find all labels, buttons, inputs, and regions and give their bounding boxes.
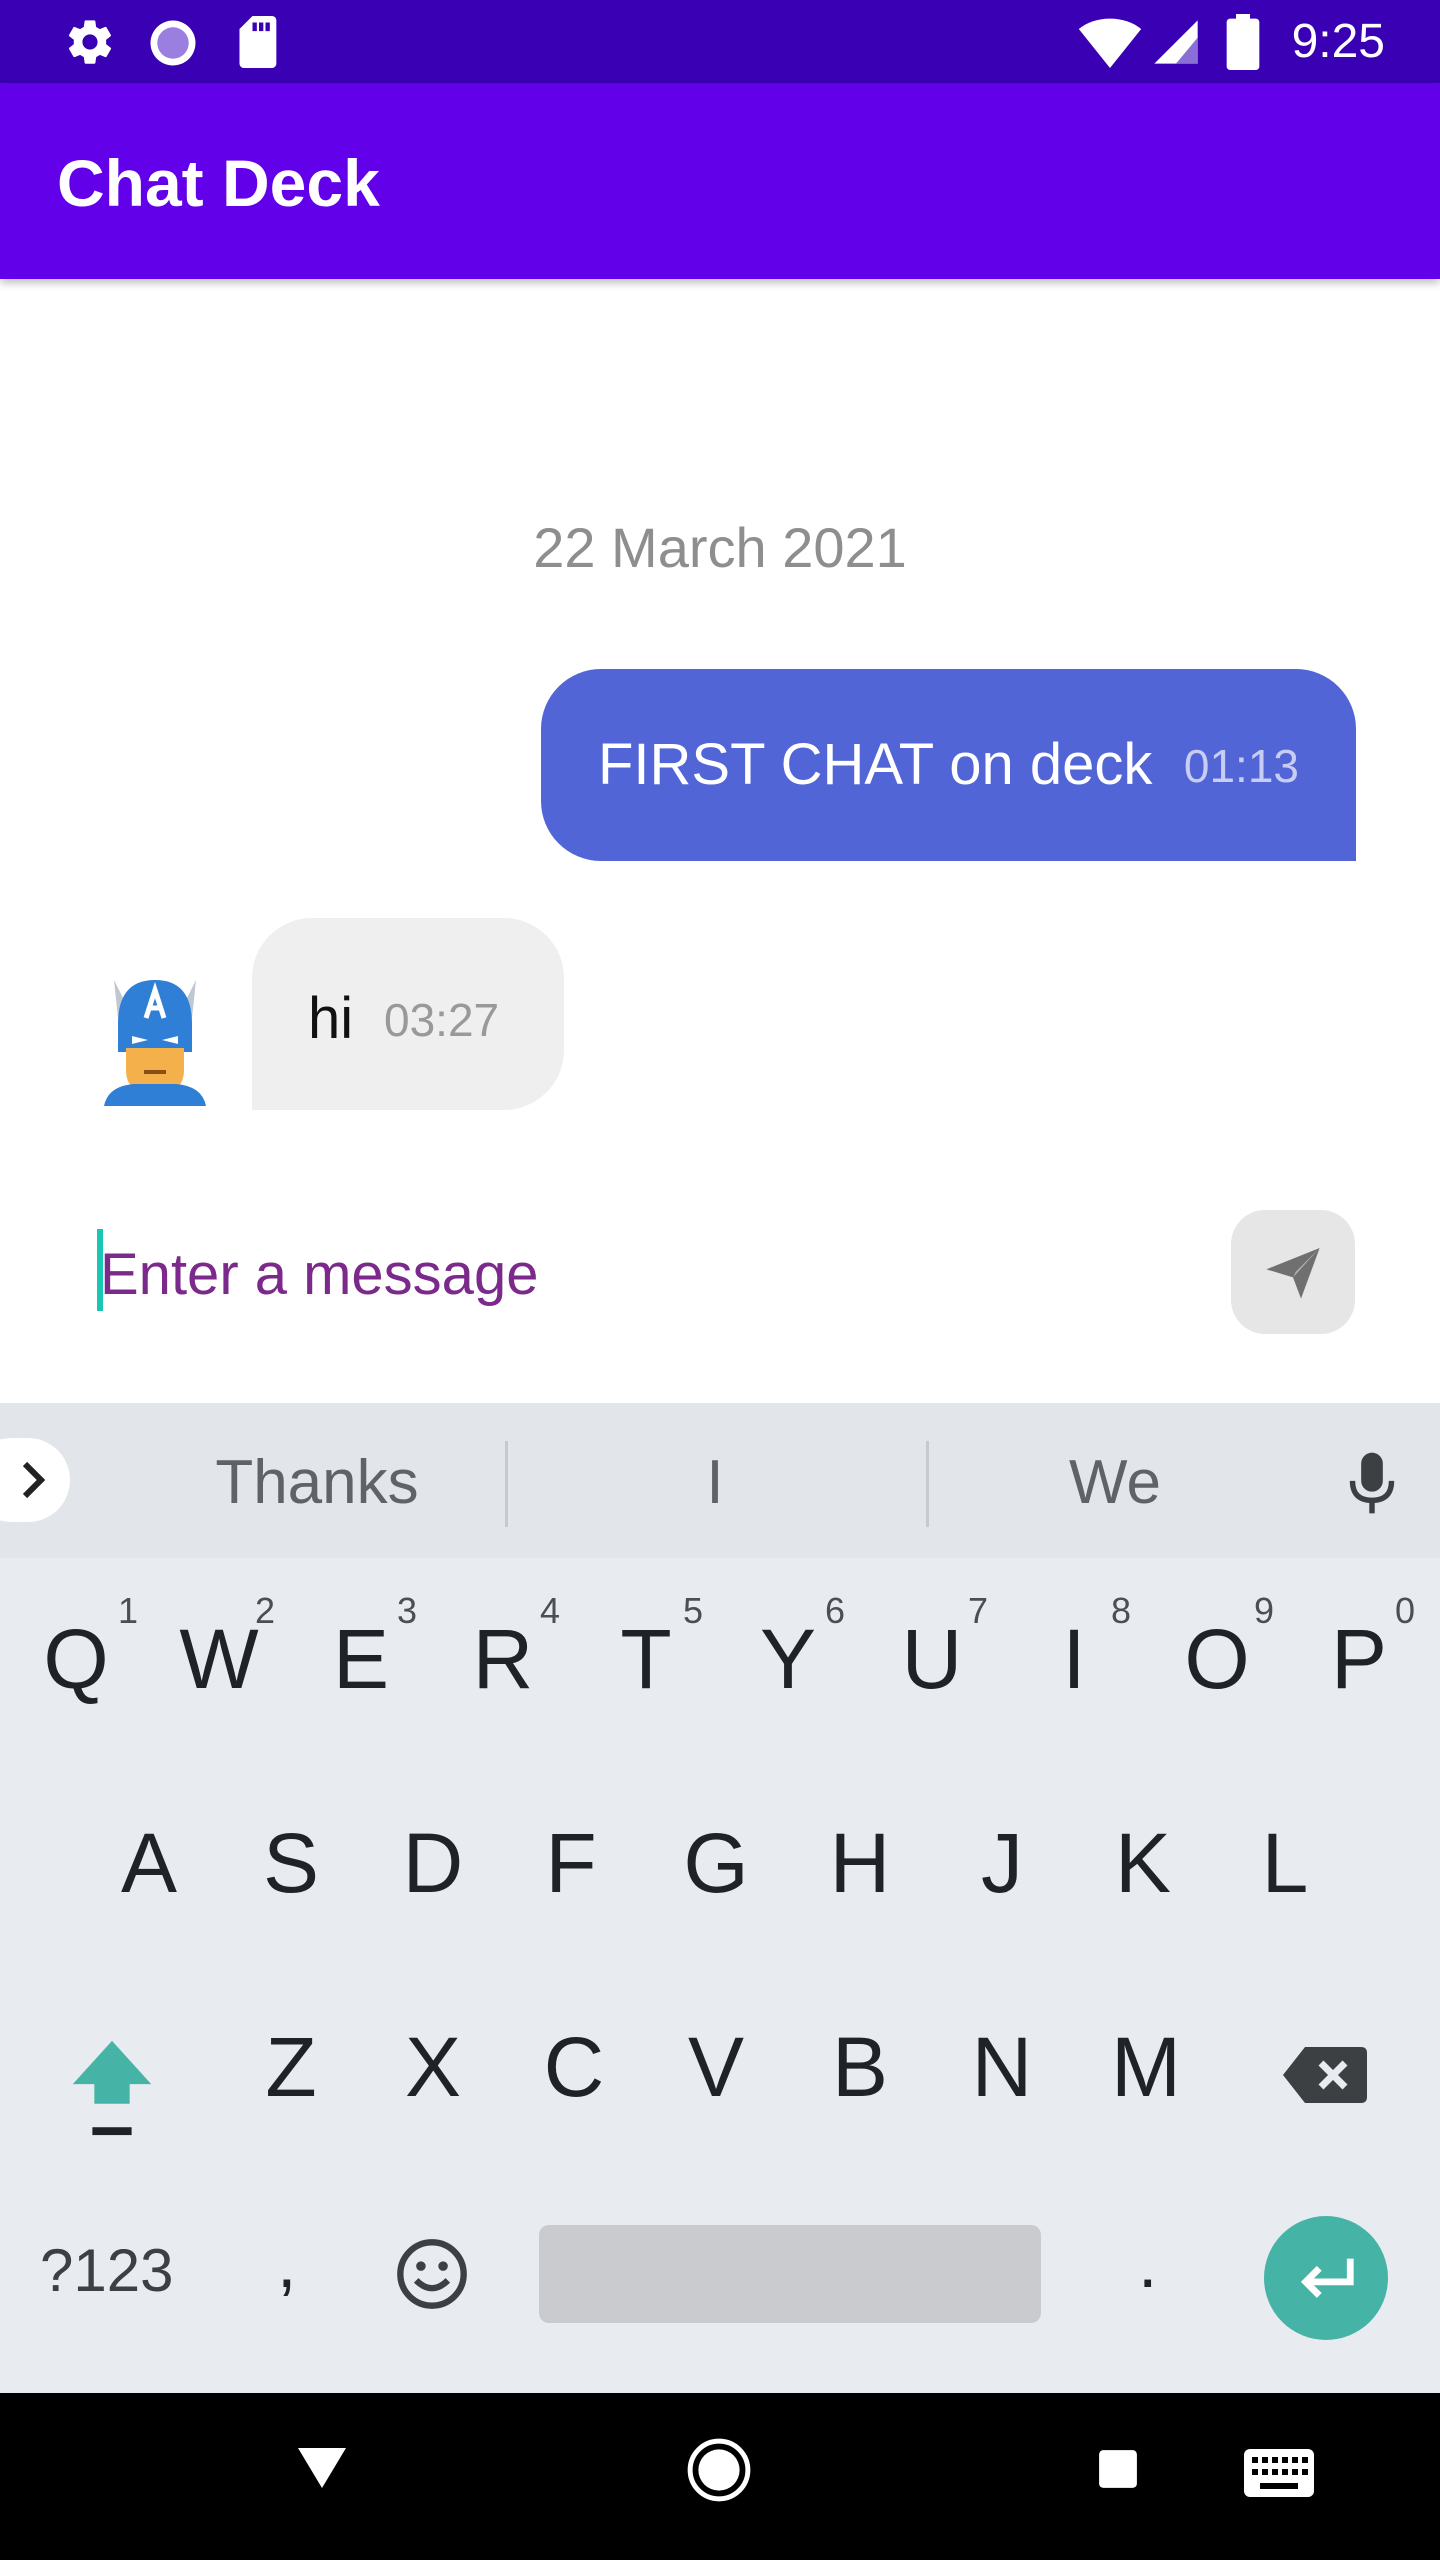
key-comma[interactable]: , (277, 2223, 296, 2303)
key-hint: 7 (968, 1590, 989, 1631)
key-hint: 5 (683, 1590, 704, 1631)
signal-icon (1154, 20, 1198, 64)
sent-message-bubble[interactable]: FIRST CHAT on deck 01:13 (541, 669, 1356, 861)
key-hint: 6 (825, 1590, 846, 1631)
space-key[interactable] (539, 2225, 1041, 2323)
key-n[interactable]: N (942, 2019, 1062, 2116)
key-hint: 4 (540, 1590, 561, 1631)
key-v[interactable]: V (656, 2019, 776, 2116)
key-hint: 8 (1111, 1590, 1132, 1631)
nav-back-icon[interactable] (296, 2446, 348, 2490)
key-c[interactable]: C (514, 2019, 634, 2116)
sd-card-icon (239, 16, 277, 68)
expand-button[interactable] (0, 1438, 70, 1522)
key-z[interactable]: Z (231, 2019, 351, 2116)
settings-icon (68, 20, 112, 64)
wifi-icon (1078, 18, 1142, 68)
key-j[interactable]: J (942, 1815, 1062, 1912)
nav-home-icon[interactable] (686, 2437, 752, 2503)
key-x[interactable]: X (373, 2019, 493, 2116)
key-k[interactable]: K (1083, 1815, 1203, 1912)
message-time: 01:13 (1183, 740, 1299, 792)
key-s[interactable]: S (231, 1815, 351, 1912)
key-a[interactable]: A (89, 1815, 209, 1912)
shift-icon[interactable] (68, 2037, 156, 2139)
key-m[interactable]: M (1086, 2019, 1206, 2116)
key-hint: 0 (1395, 1590, 1416, 1631)
message-text: hi (308, 986, 354, 1051)
suggestion[interactable]: We (1015, 1447, 1215, 1518)
backspace-icon[interactable] (1281, 2043, 1369, 2107)
send-icon (1266, 1248, 1320, 1299)
message-time: 03:27 (384, 994, 500, 1046)
battery-icon (1226, 14, 1260, 70)
suggestion[interactable]: Thanks (167, 1447, 467, 1518)
keyboard-icon[interactable] (1244, 2449, 1314, 2497)
key-b[interactable]: B (800, 2019, 920, 2116)
message-text: FIRST CHAT on deck (598, 732, 1153, 797)
soft-keyboard: Thanks I We Q W E R T Y U I O P 1 2 3 4 … (0, 1403, 1440, 2393)
key-d[interactable]: D (373, 1815, 493, 1912)
nav-recents-icon[interactable] (1097, 2448, 1139, 2490)
chevron-right-icon (22, 1461, 46, 1499)
status-time: 9:25 (1291, 15, 1385, 68)
navigation-bar (0, 2393, 1440, 2560)
key-f[interactable]: F (511, 1815, 631, 1912)
date-separator: 22 March 2021 (533, 516, 907, 579)
key-period[interactable]: . (1138, 2223, 1157, 2303)
emoji-icon[interactable] (394, 2236, 470, 2312)
message-input[interactable] (100, 1236, 1100, 1312)
key-h[interactable]: H (800, 1815, 920, 1912)
suggestion-strip: Thanks I We (0, 1403, 1440, 1558)
app-bar: Chat Deck (0, 83, 1440, 279)
enter-key[interactable] (1264, 2216, 1388, 2340)
divider (505, 1441, 508, 1527)
symbols-key[interactable]: ?123 (40, 2236, 173, 2305)
divider (926, 1441, 929, 1527)
send-button[interactable] (1231, 1210, 1355, 1334)
app-title: Chat Deck (57, 146, 380, 220)
key-hint: 2 (255, 1590, 276, 1631)
sync-icon (150, 20, 196, 66)
avatar[interactable] (96, 974, 214, 1106)
key-hint: 1 (118, 1590, 139, 1631)
enter-icon (1300, 2258, 1354, 2298)
key-g[interactable]: G (656, 1815, 776, 1912)
received-message-bubble[interactable]: hi 03:27 (252, 918, 564, 1110)
key-hint: 9 (1254, 1590, 1275, 1631)
key-l[interactable]: L (1225, 1815, 1345, 1912)
suggestion[interactable]: I (665, 1447, 765, 1518)
mic-icon[interactable] (1346, 1449, 1398, 1517)
status-bar: 9:25 (0, 0, 1440, 83)
key-hint: 3 (397, 1590, 418, 1631)
